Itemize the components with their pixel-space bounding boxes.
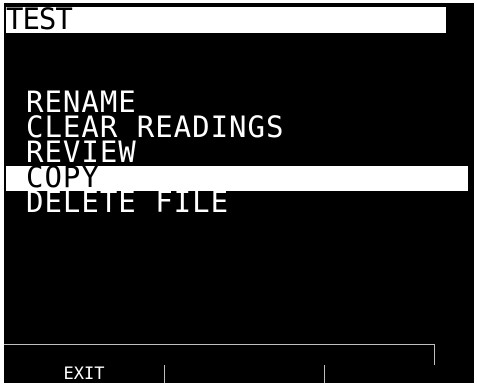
status-line	[4, 344, 435, 365]
softkey-bar: EXIT	[4, 365, 474, 383]
softkey-2[interactable]	[164, 365, 325, 383]
file-name-title: TEST	[6, 3, 73, 36]
file-menu: RENAME CLEAR READINGS REVIEW COPY DELETE…	[4, 87, 474, 217]
menu-item-label: DELETE FILE	[26, 185, 230, 219]
file-name-bar: TEST	[6, 3, 446, 36]
softkey-exit[interactable]: EXIT	[4, 365, 164, 383]
menu-item-delete-file[interactable]: DELETE FILE	[4, 187, 474, 217]
device-screen: TEST RENAME CLEAR READINGS REVIEW COPY D…	[4, 3, 474, 383]
softkey-3[interactable]	[324, 365, 474, 383]
